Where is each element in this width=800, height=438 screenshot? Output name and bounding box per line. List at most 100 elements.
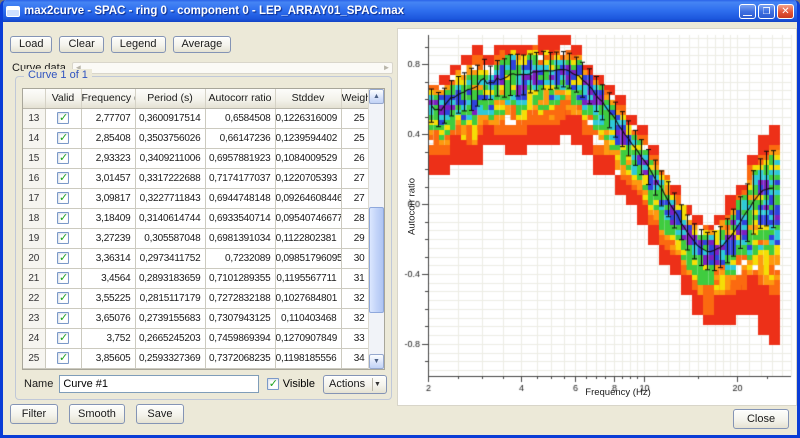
weight-cell[interactable]: 30 [341, 248, 369, 268]
valid-checkbox[interactable]: ✓ [57, 212, 69, 224]
valid-cell[interactable]: ✓ [45, 108, 81, 128]
table-row[interactable]: 18✓3,184090,31406147440,69335407140,0954… [23, 208, 369, 228]
stddev-cell[interactable]: 0,110403468 [275, 308, 341, 328]
valid-cell[interactable]: ✓ [45, 308, 81, 328]
period-cell[interactable]: 0,3140614744 [135, 208, 205, 228]
table-row[interactable]: 23✓3,650760,27391556830,73079431250,1104… [23, 308, 369, 328]
period-cell[interactable]: 0,3600917514 [135, 108, 205, 128]
stddev-cell[interactable]: 0,1198185556 [275, 348, 341, 368]
close-window-button[interactable]: ✕ [777, 4, 794, 19]
header-frequency[interactable]: Frequency (Hz) [81, 89, 135, 108]
scrollbar-thumb[interactable] [369, 207, 384, 313]
autocorr-cell[interactable]: 0,6944748148 [205, 188, 275, 208]
stddev-cell[interactable]: 0,1226316009 [275, 108, 341, 128]
period-cell[interactable]: 0,3503756026 [135, 128, 205, 148]
stddev-cell[interactable]: 0,09540746677 [275, 208, 341, 228]
stddev-cell[interactable]: 0,09264608446 [275, 188, 341, 208]
frequency-cell[interactable]: 3,85605 [81, 348, 135, 368]
autocorr-cell[interactable]: 0,6981391034 [205, 228, 275, 248]
stddev-cell[interactable]: 0,1122802381 [275, 228, 341, 248]
valid-checkbox[interactable]: ✓ [57, 332, 69, 344]
curve-name-input[interactable] [59, 375, 258, 393]
stddev-cell[interactable]: 0,1270907849 [275, 328, 341, 348]
weight-cell[interactable]: 29 [341, 228, 369, 248]
table-row[interactable]: 21✓3,45640,28931836590,71012893550,11955… [23, 268, 369, 288]
period-cell[interactable]: 0,3317222688 [135, 168, 205, 188]
app-icon[interactable] [6, 6, 20, 17]
valid-checkbox[interactable]: ✓ [57, 132, 69, 144]
valid-checkbox[interactable]: ✓ [57, 112, 69, 124]
valid-checkbox[interactable]: ✓ [57, 272, 69, 284]
autocorr-heatmap-plot[interactable] [398, 29, 796, 405]
clear-button[interactable]: Clear [59, 36, 103, 53]
valid-cell[interactable]: ✓ [45, 328, 81, 348]
frequency-cell[interactable]: 3,36314 [81, 248, 135, 268]
weight-cell[interactable]: 32 [341, 308, 369, 328]
smooth-button[interactable]: Smooth [69, 404, 125, 424]
period-cell[interactable]: 0,2593327369 [135, 348, 205, 368]
table-row[interactable]: 13✓2,777070,36009175140,65845080,1226316… [23, 108, 369, 128]
period-cell[interactable]: 0,3409211006 [135, 148, 205, 168]
table-row[interactable]: 25✓3,856050,25933273690,73720682350,1198… [23, 348, 369, 368]
autocorr-cell[interactable]: 0,7101289355 [205, 268, 275, 288]
valid-cell[interactable]: ✓ [45, 148, 81, 168]
stddev-cell[interactable]: 0,1195567711 [275, 268, 341, 288]
table-row[interactable]: 22✓3,552250,28151171790,72728321880,1027… [23, 288, 369, 308]
stddev-cell[interactable]: 0,1027684801 [275, 288, 341, 308]
valid-checkbox[interactable]: ✓ [57, 172, 69, 184]
weight-cell[interactable]: 34 [341, 348, 369, 368]
weight-cell[interactable]: 32 [341, 288, 369, 308]
valid-cell[interactable]: ✓ [45, 348, 81, 368]
frequency-cell[interactable]: 2,93323 [81, 148, 135, 168]
autocorr-cell[interactable]: 0,7307943125 [205, 308, 275, 328]
period-cell[interactable]: 0,2739155683 [135, 308, 205, 328]
valid-cell[interactable]: ✓ [45, 208, 81, 228]
frequency-cell[interactable]: 3,27239 [81, 228, 135, 248]
maximize-button[interactable]: ❐ [758, 4, 775, 19]
frequency-cell[interactable]: 3,55225 [81, 288, 135, 308]
frequency-cell[interactable]: 3,752 [81, 328, 135, 348]
period-cell[interactable]: 0,2973411752 [135, 248, 205, 268]
minimize-button[interactable]: — [739, 4, 756, 19]
frequency-cell[interactable]: 2,77707 [81, 108, 135, 128]
valid-cell[interactable]: ✓ [45, 268, 81, 288]
stddev-cell[interactable]: 0,1220705393 [275, 168, 341, 188]
valid-cell[interactable]: ✓ [45, 128, 81, 148]
header-autocorr[interactable]: Autocorr ratio [205, 89, 275, 108]
period-cell[interactable]: 0,2815117179 [135, 288, 205, 308]
table-row[interactable]: 17✓3,098170,32277118430,69447481480,0926… [23, 188, 369, 208]
load-button[interactable]: Load [10, 36, 52, 53]
autocorr-cell[interactable]: 0,66147236 [205, 128, 275, 148]
weight-cell[interactable]: 27 [341, 168, 369, 188]
frequency-cell[interactable]: 3,4564 [81, 268, 135, 288]
autocorr-cell[interactable]: 0,7174177037 [205, 168, 275, 188]
valid-checkbox[interactable]: ✓ [57, 292, 69, 304]
legend-button[interactable]: Legend [111, 36, 166, 53]
header-period[interactable]: Period (s) [135, 89, 205, 108]
valid-checkbox[interactable]: ✓ [57, 232, 69, 244]
valid-checkbox[interactable]: ✓ [57, 352, 69, 364]
autocorr-cell[interactable]: 0,7459869394 [205, 328, 275, 348]
weight-cell[interactable]: 28 [341, 208, 369, 228]
save-button[interactable]: Save [136, 404, 184, 424]
table-row[interactable]: 15✓2,933230,34092110060,69578819230,1084… [23, 148, 369, 168]
table-row[interactable]: 19✓3,272390,3055870480,69813910340,11228… [23, 228, 369, 248]
weight-cell[interactable]: 27 [341, 188, 369, 208]
autocorr-cell[interactable]: 0,6584508 [205, 108, 275, 128]
weight-cell[interactable]: 31 [341, 268, 369, 288]
weight-cell[interactable]: 25 [341, 128, 369, 148]
header-valid[interactable]: Valid [45, 89, 81, 108]
valid-cell[interactable]: ✓ [45, 248, 81, 268]
header-stddev[interactable]: Stddev [275, 89, 341, 108]
weight-cell[interactable]: 25 [341, 108, 369, 128]
autocorr-cell[interactable]: 0,6957881923 [205, 148, 275, 168]
period-cell[interactable]: 0,305587048 [135, 228, 205, 248]
valid-cell[interactable]: ✓ [45, 228, 81, 248]
average-button[interactable]: Average [173, 36, 232, 53]
valid-checkbox[interactable]: ✓ [57, 152, 69, 164]
period-cell[interactable]: 0,3227711843 [135, 188, 205, 208]
scroll-right-icon[interactable]: ► [381, 63, 392, 73]
curve-data-scrollbar[interactable]: ◄ ► [72, 62, 393, 74]
frequency-cell[interactable]: 3,18409 [81, 208, 135, 228]
scroll-down-icon[interactable]: ▼ [369, 354, 384, 369]
